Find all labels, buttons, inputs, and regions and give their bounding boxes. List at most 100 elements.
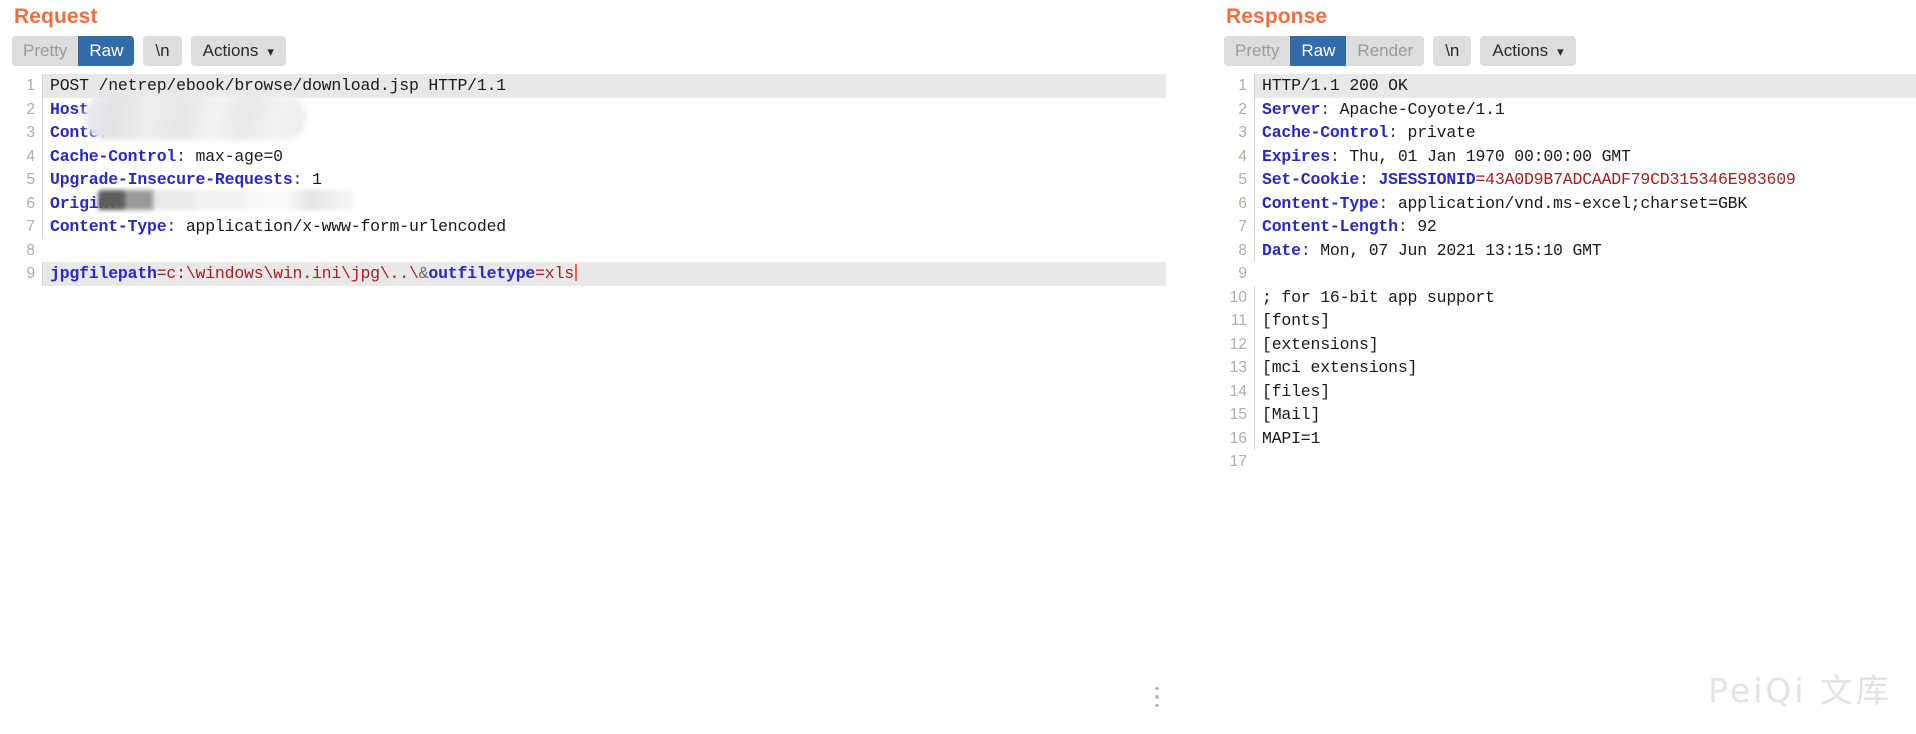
- header-colon: :: [176, 147, 186, 166]
- line-number: 7: [12, 215, 42, 239]
- line-number: 9: [1224, 262, 1254, 286]
- code-row[interactable]: 7 Content-Type: application/x-www-form-ur…: [12, 215, 1166, 239]
- header-colon: :: [1388, 123, 1398, 142]
- header-colon: :: [1378, 194, 1388, 213]
- line-content: Server: Apache-Coyote/1.1: [1254, 98, 1916, 122]
- code-row[interactable]: 6Content-Type: application/vnd.ms-excel;…: [1224, 192, 1916, 216]
- code-row[interactable]: 13 [mci extensions]: [1224, 356, 1916, 380]
- line-number: 8: [1224, 239, 1254, 263]
- code-row[interactable]: 2Host:: [12, 98, 1166, 122]
- code-row[interactable]: 17: [1224, 450, 1916, 474]
- header-name: Content-Type: [1262, 194, 1378, 213]
- header-value: Thu, 01 Jan 1970 00:00:00 GMT: [1349, 147, 1630, 166]
- code-row[interactable]: 10; for 16-bit app support: [1224, 286, 1916, 310]
- cookie-equals: =: [1475, 170, 1485, 189]
- header-value: max-age=0: [196, 147, 283, 166]
- response-tab-raw[interactable]: Raw: [1290, 36, 1346, 66]
- request-pane: Request Pretty Raw \n Actions ▾ 1POST /n…: [0, 0, 1180, 734]
- response-panel-title: Response: [1212, 0, 1916, 32]
- code-row[interactable]: 1POST /netrep/ebook/browse/download.jsp …: [12, 74, 1166, 98]
- text-cursor: [575, 264, 577, 281]
- line-number: 5: [1224, 168, 1254, 192]
- response-actions-button[interactable]: Actions ▾: [1480, 36, 1575, 66]
- header-name: Cache-Control: [1262, 123, 1388, 142]
- param-value: xls: [545, 264, 574, 283]
- request-tab-pretty[interactable]: Pretty: [12, 36, 78, 66]
- request-newline-label: \n: [155, 41, 169, 61]
- code-text: [mci extensions]: [1262, 358, 1417, 377]
- line-number: 2: [12, 98, 42, 122]
- line-content: [mci extensions]: [1254, 356, 1916, 380]
- response-tab-render[interactable]: Render: [1346, 36, 1424, 66]
- header-value: application/x-www-form-urlencoded: [186, 217, 506, 236]
- code-row[interactable]: 5Upgrade-Insecure-Requests: 1: [12, 168, 1166, 192]
- code-row[interactable]: 5Set-Cookie: JSESSIONID=43A0D9B7ADCAADF7…: [1224, 168, 1916, 192]
- line-number: 6: [1224, 192, 1254, 216]
- header-name: Content-Type: [50, 217, 166, 236]
- header-name: Content-Length: [1262, 217, 1398, 236]
- code-row[interactable]: 8: [12, 239, 1166, 263]
- code-row[interactable]: 2Server: Apache-Coyote/1.1: [1224, 98, 1916, 122]
- code-row[interactable]: 3Cache-Control: private: [1224, 121, 1916, 145]
- line-number: 14: [1224, 380, 1254, 404]
- code-text: HTTP/1.1 200 OK: [1262, 76, 1408, 95]
- header-name: Host: [50, 100, 89, 119]
- header-name: Conte: [50, 123, 99, 142]
- code-row[interactable]: 3Conte:: [12, 121, 1166, 145]
- pane-resize-handle[interactable]: [1152, 680, 1162, 714]
- response-toolbar: Pretty Raw Render \n Actions ▾: [1212, 33, 1916, 69]
- header-colon: :: [99, 123, 109, 142]
- line-number: 15: [1224, 403, 1254, 427]
- line-number: 9: [12, 262, 42, 286]
- cookie-value: 43A0D9B7ADCAADF79CD315346E983609: [1485, 170, 1795, 189]
- header-colon: :: [108, 194, 118, 213]
- line-content: Conte:: [42, 121, 1166, 145]
- header-colon: :: [166, 217, 176, 236]
- code-row[interactable]: 4Cache-Control: max-age=0: [12, 145, 1166, 169]
- code-text: ; for 16-bit app support: [1262, 288, 1495, 307]
- code-row[interactable]: 11[fonts]: [1224, 309, 1916, 333]
- header-colon: :: [293, 170, 303, 189]
- request-actions-label: Actions: [203, 41, 259, 61]
- code-row[interactable]: 16MAPI=1: [1224, 427, 1916, 451]
- line-number: 11: [1224, 309, 1254, 333]
- code-row[interactable]: 15 [Mail]: [1224, 403, 1916, 427]
- line-number: 17: [1224, 450, 1254, 474]
- request-panel-title: Request: [0, 0, 1180, 32]
- code-row[interactable]: 4Expires: Thu, 01 Jan 1970 00:00:00 GMT: [1224, 145, 1916, 169]
- response-editor[interactable]: 1HTTP/1.1 200 OK2Server: Apache-Coyote/1…: [1224, 74, 1916, 734]
- code-row[interactable]: 7Content-Length: 92: [1224, 215, 1916, 239]
- code-text: [Mail]: [1262, 405, 1320, 424]
- code-row[interactable]: 12[extensions]: [1224, 333, 1916, 357]
- line-content: [files]: [1254, 380, 1916, 404]
- code-row[interactable]: 6Origin:: [12, 192, 1166, 216]
- response-newline-button[interactable]: \n: [1433, 36, 1471, 66]
- code-row[interactable]: 9: [1224, 262, 1916, 286]
- line-content: Upgrade-Insecure-Requests: 1: [42, 168, 1166, 192]
- header-name: Upgrade-Insecure-Requests: [50, 170, 293, 189]
- param-separator: &: [419, 264, 429, 283]
- request-editor[interactable]: 1POST /netrep/ebook/browse/download.jsp …: [12, 74, 1166, 734]
- dot-icon: [1155, 695, 1159, 699]
- param-equals: =: [535, 264, 545, 283]
- code-row[interactable]: 14[files]: [1224, 380, 1916, 404]
- code-row[interactable]: 9jpgfilepath=c:\windows\win.ini\jpg\..\&…: [12, 262, 1166, 286]
- code-row[interactable]: 1HTTP/1.1 200 OK: [1224, 74, 1916, 98]
- request-actions-button[interactable]: Actions ▾: [191, 36, 286, 66]
- code-row[interactable]: 8Date: Mon, 07 Jun 2021 13:15:10 GMT: [1224, 239, 1916, 263]
- request-tab-raw[interactable]: Raw: [78, 36, 134, 66]
- header-value: Mon, 07 Jun 2021 13:15:10 GMT: [1320, 241, 1601, 260]
- line-content: HTTP/1.1 200 OK: [1254, 74, 1916, 98]
- header-name: Origin: [50, 194, 108, 213]
- response-tab-pretty[interactable]: Pretty: [1224, 36, 1290, 66]
- line-content: POST /netrep/ebook/browse/download.jsp H…: [42, 74, 1166, 98]
- line-content: [Mail]: [1254, 403, 1916, 427]
- param-key: jpgfilepath: [50, 264, 157, 283]
- request-newline-button[interactable]: \n: [143, 36, 181, 66]
- header-name: Expires: [1262, 147, 1330, 166]
- response-code-rows: 1HTTP/1.1 200 OK2Server: Apache-Coyote/1…: [1224, 74, 1916, 474]
- code-text: POST /netrep/ebook/browse/download.jsp H…: [50, 76, 506, 95]
- header-colon: :: [1330, 147, 1340, 166]
- line-number: 13: [1224, 356, 1254, 380]
- chevron-down-icon: ▾: [267, 45, 274, 58]
